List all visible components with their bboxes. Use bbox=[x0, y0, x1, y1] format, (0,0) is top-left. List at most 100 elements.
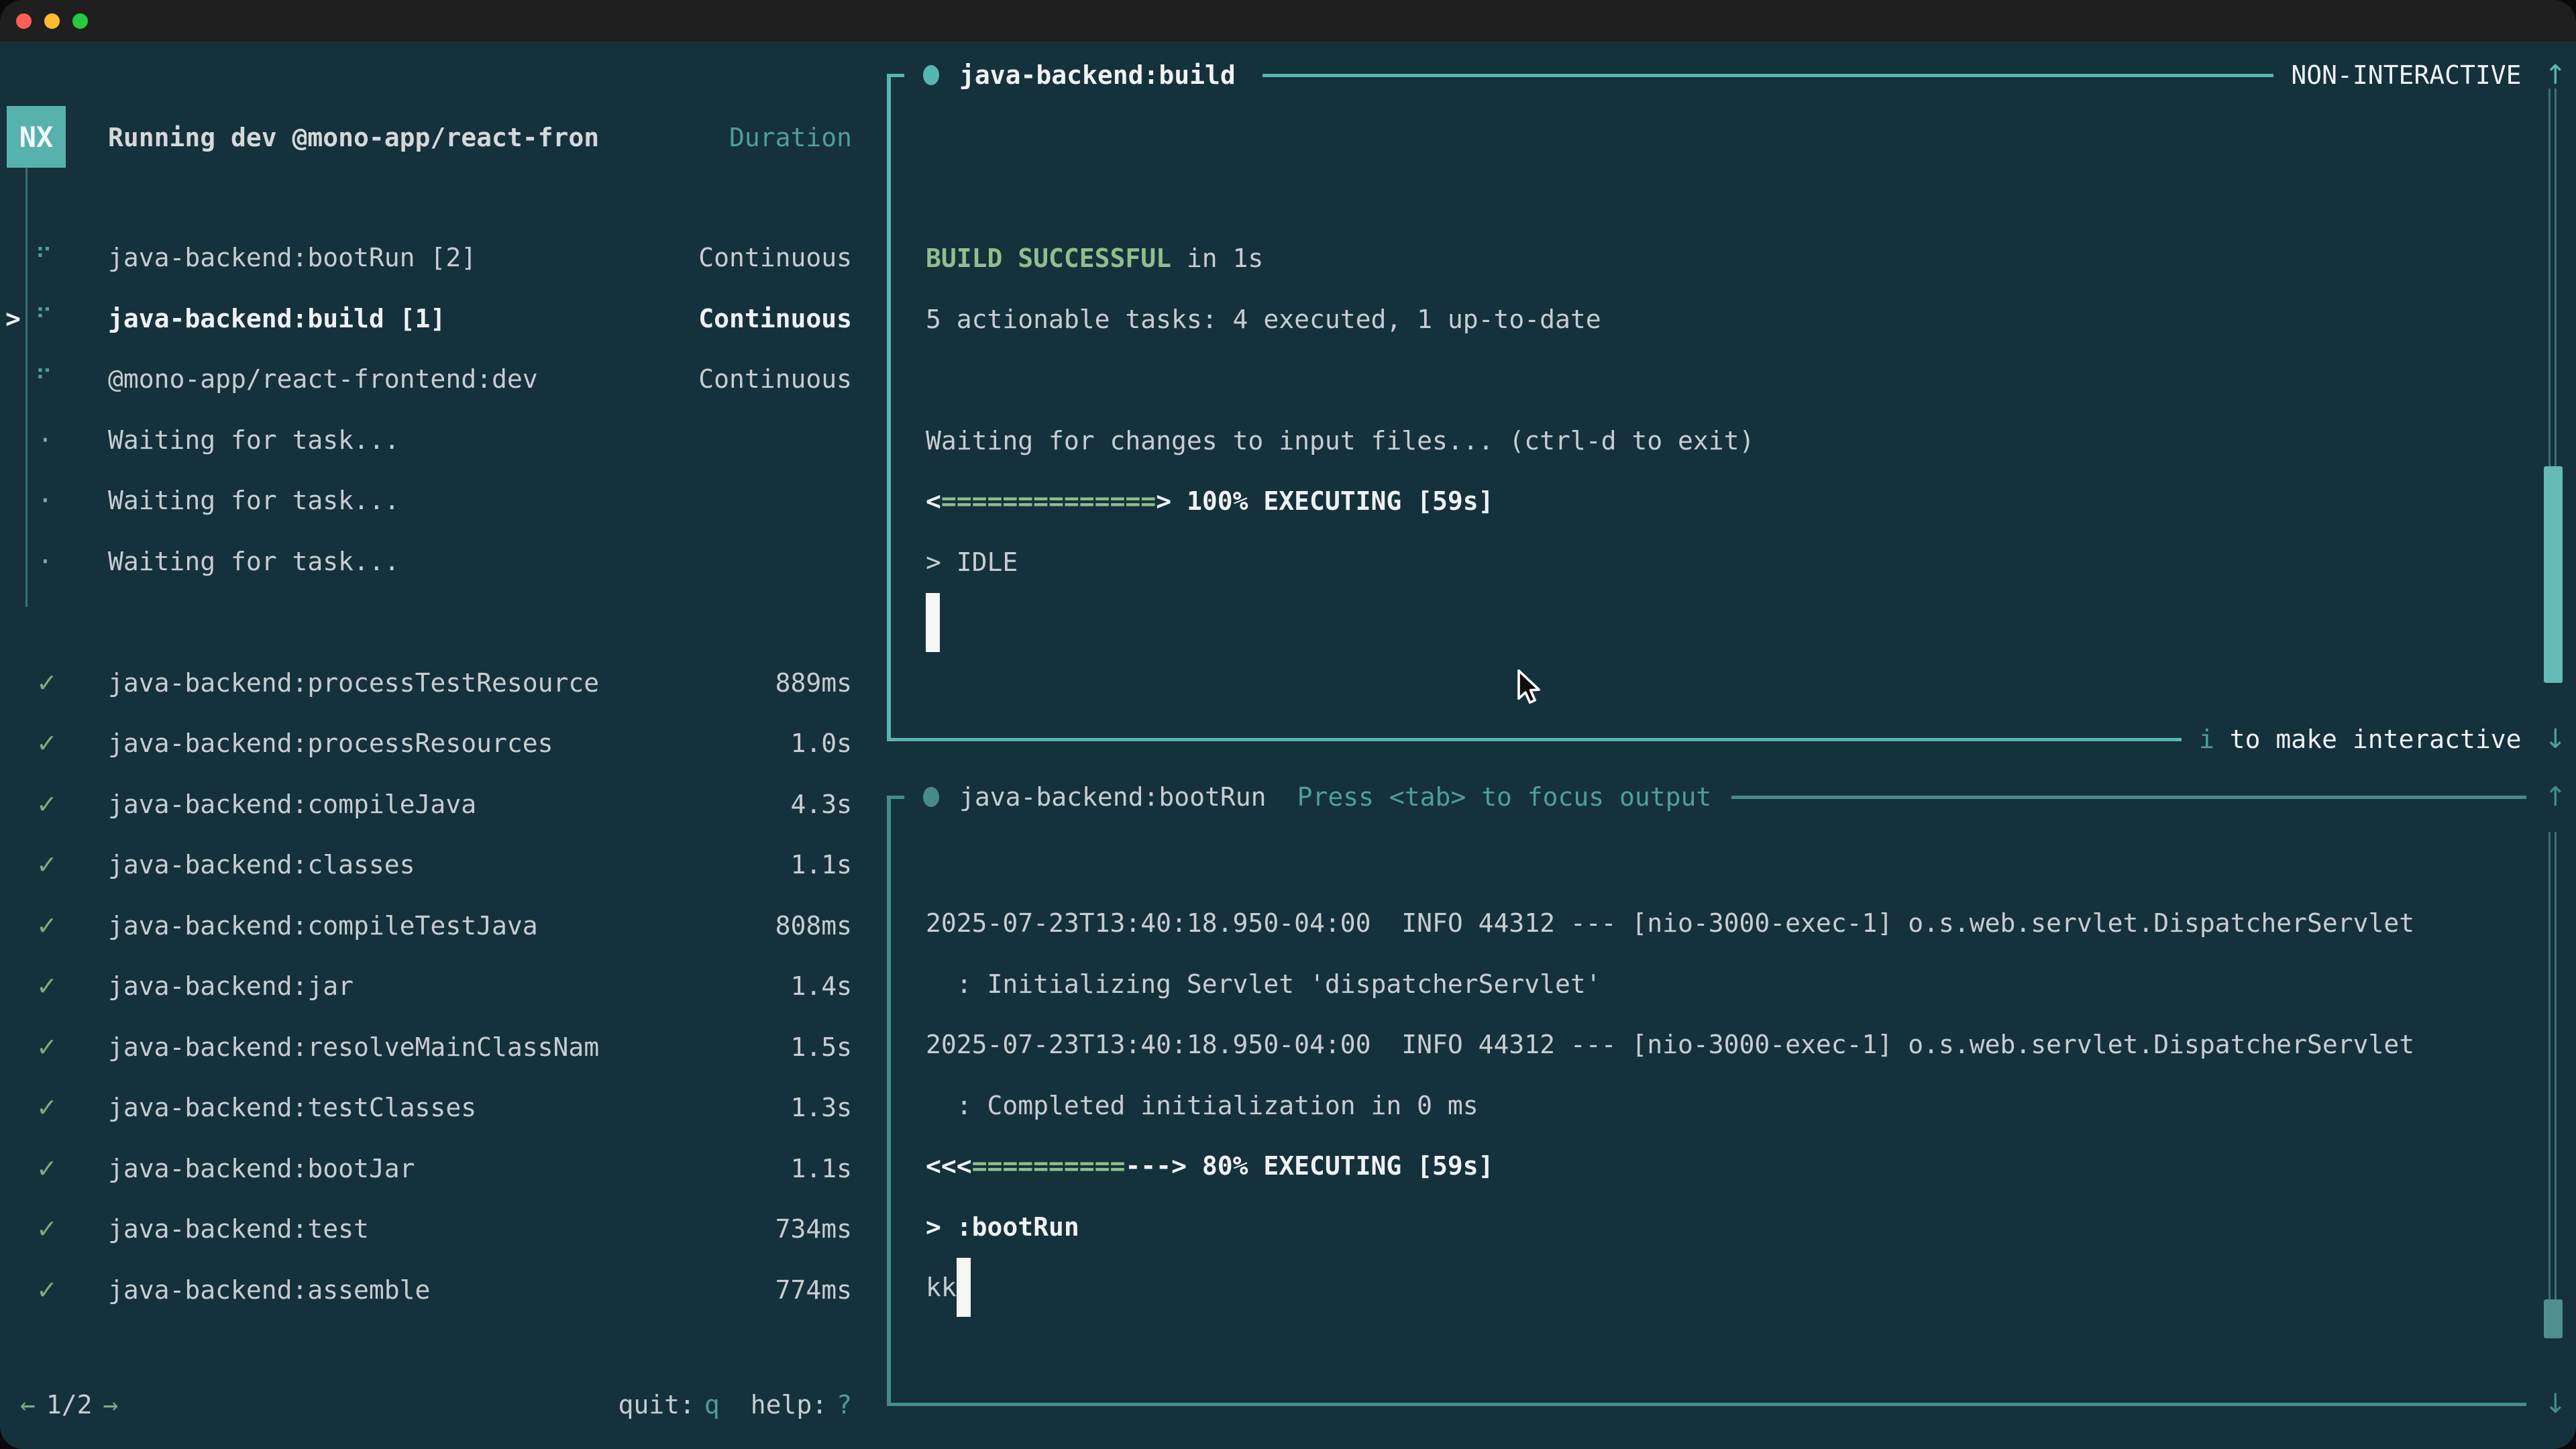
build-panel-footer: i to make interactive ↓ bbox=[887, 709, 2576, 769]
task-name: java-backend:classes bbox=[108, 850, 415, 879]
bootrun-panel-scroll-thumb[interactable] bbox=[2544, 1299, 2563, 1338]
task-name: @mono-app/react-frontend:dev bbox=[108, 364, 538, 394]
minimize-button[interactable] bbox=[44, 13, 60, 29]
build-panel-scroll-thumb[interactable] bbox=[2544, 466, 2563, 683]
task-row-completed[interactable]: ✓ java-backend:classes 1.1s bbox=[0, 835, 859, 896]
task-name: java-backend:compileTestJava bbox=[108, 911, 538, 941]
task-row-completed[interactable]: ✓ java-backend:jar 1.4s bbox=[0, 956, 859, 1017]
task-name: java-backend:test bbox=[108, 1214, 369, 1244]
title-bar bbox=[0, 0, 2576, 42]
bootrun-panel-header-line bbox=[1731, 796, 2526, 799]
task-duration: 734ms bbox=[775, 1214, 852, 1244]
task-row-completed[interactable]: ✓ java-backend:test 734ms bbox=[0, 1199, 859, 1260]
task-row-running-selected[interactable]: > ⠋ java-backend:build [1] Continuous bbox=[0, 288, 859, 350]
gradle-progress-line: <<<==========---> 80% EXECUTING [59s] bbox=[926, 1136, 2489, 1197]
input-line[interactable]: kk bbox=[926, 1257, 2489, 1318]
terminal-cursor bbox=[926, 593, 940, 652]
check-icon: ✓ bbox=[36, 911, 58, 941]
task-row-waiting: · Waiting for task... bbox=[0, 531, 859, 592]
terminal-cursor bbox=[957, 1258, 971, 1317]
focus-output-hint: Press <tab> to focus output bbox=[1297, 782, 1712, 812]
bootrun-panel-header[interactable]: java-backend:bootRun Press <tab> to focu… bbox=[904, 767, 2576, 827]
bullet-icon: · bbox=[38, 547, 53, 576]
task-row-completed[interactable]: ✓ java-backend:compileJava 4.3s bbox=[0, 774, 859, 835]
log-line: : Completed initialization in 0 ms bbox=[926, 1075, 2489, 1136]
task-duration: 1.5s bbox=[790, 1032, 852, 1062]
next-page-arrow-icon[interactable]: → bbox=[103, 1390, 119, 1419]
progress-bar-open: <<< bbox=[926, 1151, 972, 1181]
scroll-up-icon[interactable]: ↑ bbox=[2544, 60, 2567, 91]
mouse-cursor-icon bbox=[1515, 669, 1550, 712]
task-row-completed[interactable]: ✓ java-backend:compileTestJava 808ms bbox=[0, 896, 859, 957]
build-panel-header[interactable]: java-backend:build NON-INTERACTIVE ↑ bbox=[904, 45, 2576, 105]
log-line: 2025-07-23T13:40:18.950-04:00 INFO 44312… bbox=[926, 1014, 2489, 1075]
interactive-hint-key: i bbox=[2199, 724, 2214, 754]
waiting-for-changes-text: Waiting for changes to input files... (c… bbox=[926, 426, 1754, 455]
build-panel-title: java-backend:build bbox=[959, 60, 1236, 90]
bootrun-panel-footer: ↓ bbox=[887, 1374, 2576, 1434]
prev-page-arrow-icon[interactable]: ← bbox=[20, 1390, 36, 1419]
task-duration: 4.3s bbox=[790, 790, 852, 819]
check-icon: ✓ bbox=[36, 971, 58, 1001]
progress-bar-dashes: --- bbox=[1125, 1151, 1171, 1181]
page-indicator: 1/2 bbox=[46, 1390, 93, 1419]
output-line-blank bbox=[926, 350, 2489, 411]
progress-label: 100% EXECUTING [59s] bbox=[1171, 486, 1493, 516]
bootrun-panel-scroll-track[interactable] bbox=[2548, 832, 2551, 1299]
build-success-suffix: in 1s bbox=[1171, 244, 1263, 273]
task-name: java-backend:assemble bbox=[108, 1275, 430, 1305]
task-status: Continuous bbox=[698, 243, 852, 272]
scroll-down-icon[interactable]: ↓ bbox=[2544, 724, 2567, 755]
scroll-down-icon[interactable]: ↓ bbox=[2544, 1389, 2567, 1419]
build-panel-output: BUILD SUCCESSFUL in 1s 5 actionable task… bbox=[926, 228, 2489, 653]
quit-key: q bbox=[704, 1390, 720, 1419]
bullet-icon: · bbox=[38, 486, 53, 515]
task-name: java-backend:processTestResource bbox=[108, 668, 599, 698]
output-line: Waiting for changes to input files... (c… bbox=[926, 411, 2489, 472]
build-success-text: BUILD SUCCESSFUL bbox=[926, 244, 1171, 273]
check-icon: ✓ bbox=[36, 790, 58, 819]
bullet-icon: · bbox=[38, 425, 53, 455]
task-row-waiting: · Waiting for task... bbox=[0, 410, 859, 471]
task-duration: 1.4s bbox=[790, 971, 852, 1001]
output-line: > :bootRun bbox=[926, 1197, 2489, 1258]
bootrun-panel-output: 2025-07-23T13:40:18.950-04:00 INFO 44312… bbox=[926, 893, 2489, 1318]
check-icon: ✓ bbox=[36, 1275, 58, 1305]
gradle-progress-line: <==============> 100% EXECUTING [59s] bbox=[926, 471, 2489, 532]
task-bullet-icon bbox=[923, 65, 939, 85]
build-panel-border-stub bbox=[887, 74, 904, 77]
task-row-completed[interactable]: ✓ java-backend:assemble 774ms bbox=[0, 1260, 859, 1321]
task-row-completed[interactable]: ✓ java-backend:resolveMainClassNam 1.5s bbox=[0, 1017, 859, 1078]
task-duration: 1.3s bbox=[790, 1093, 852, 1122]
log-line: : Initializing Servlet 'dispatcherServle… bbox=[926, 954, 2489, 1015]
zoom-button[interactable] bbox=[72, 13, 88, 29]
task-duration: 1.1s bbox=[790, 850, 852, 879]
check-icon: ✓ bbox=[36, 850, 58, 879]
close-button[interactable] bbox=[16, 13, 32, 29]
check-icon: ✓ bbox=[36, 1032, 58, 1062]
build-panel-scroll-track[interactable] bbox=[2548, 89, 2551, 466]
interactive-hint-text: to make interactive bbox=[2214, 724, 2522, 754]
task-row-running[interactable]: ⠋ java-backend:bootRun [2] Continuous bbox=[0, 227, 859, 288]
output-line bbox=[926, 592, 2489, 653]
task-row-completed[interactable]: ✓ java-backend:processTestResource 889ms bbox=[0, 653, 859, 714]
task-row-completed[interactable]: ✓ java-backend:processResources 1.0s bbox=[0, 713, 859, 774]
task-duration: 808ms bbox=[775, 911, 852, 941]
bootrun-prompt-text: > :bootRun bbox=[926, 1212, 1079, 1242]
task-row-completed[interactable]: ✓ java-backend:bootJar 1.1s bbox=[0, 1138, 859, 1199]
bootrun-panel-scroll-track[interactable] bbox=[2555, 832, 2557, 1299]
task-row-running[interactable]: ⠋ @mono-app/react-frontend:dev Continuou… bbox=[0, 349, 859, 410]
task-name: java-backend:bootRun [2] bbox=[108, 243, 476, 272]
check-icon: ✓ bbox=[36, 1093, 58, 1122]
build-panel-scroll-track[interactable] bbox=[2555, 89, 2557, 466]
scroll-up-icon[interactable]: ↑ bbox=[2544, 782, 2567, 812]
task-duration: 774ms bbox=[775, 1275, 852, 1305]
task-row-completed[interactable]: ✓ java-backend:testClasses 1.3s bbox=[0, 1077, 859, 1138]
task-row-waiting: · Waiting for task... bbox=[0, 470, 859, 531]
idle-status-text: > IDLE bbox=[926, 547, 1018, 577]
build-panel-bottom-line bbox=[887, 738, 2182, 741]
typed-input-text: kk bbox=[926, 1273, 957, 1302]
task-list: ⠋ java-backend:bootRun [2] Continuous > … bbox=[0, 227, 859, 1320]
log-text: 2025-07-23T13:40:18.950-04:00 INFO 44312… bbox=[926, 908, 2414, 938]
log-text: 2025-07-23T13:40:18.950-04:00 INFO 44312… bbox=[926, 1030, 2414, 1059]
